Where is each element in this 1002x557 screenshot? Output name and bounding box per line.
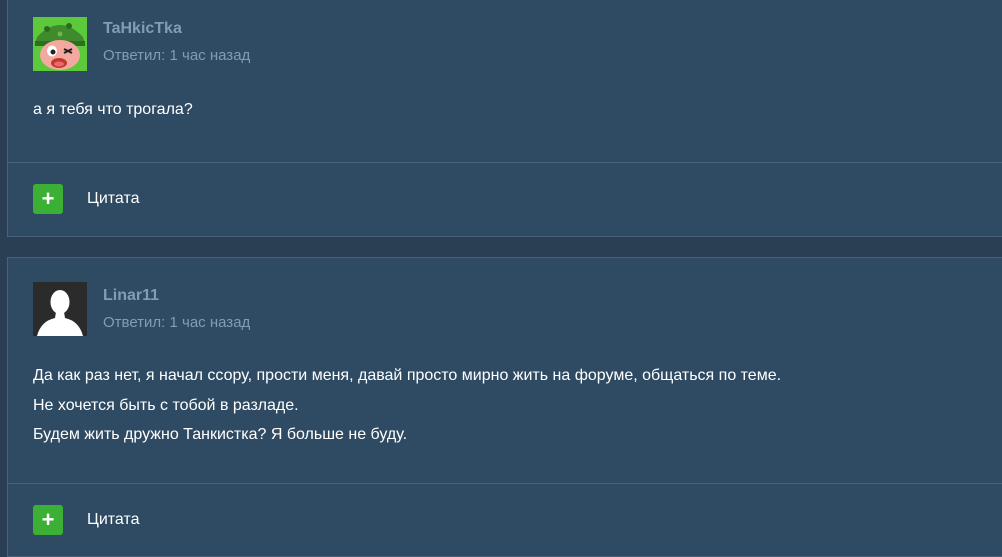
cartoon-soldier-avatar-icon [33, 17, 87, 71]
default-user-silhouette-avatar-icon [33, 282, 87, 336]
quote-button[interactable]: + Цитата [33, 184, 140, 214]
post-timestamp: Ответил: 1 час назад [103, 314, 251, 331]
post-divider [8, 483, 1002, 484]
post-author[interactable]: TaHkicTka [103, 20, 182, 38]
post-content: а я тебя что трогала? [33, 95, 193, 125]
quote-button-label: Цитата [87, 190, 140, 207]
plus-icon: + [33, 184, 63, 214]
avatar[interactable] [33, 17, 87, 71]
post-author[interactable]: Linar11 [103, 287, 159, 305]
quote-button-label: Цитата [87, 511, 140, 528]
quote-button[interactable]: + Цитата [33, 505, 140, 535]
post-text-line: а я тебя что трогала? [33, 101, 193, 118]
plus-icon: + [33, 505, 63, 535]
post-content: Да как раз нет, я начал ссору, прости ме… [33, 361, 781, 450]
post-text-line: Не хочется быть с тобой в разладе. [33, 396, 299, 414]
avatar[interactable] [33, 282, 87, 336]
post-text-line: Будем жить дружно Танкистка? Я больше не… [33, 426, 408, 443]
post-timestamp: Ответил: 1 час назад [103, 47, 251, 64]
forum-post: Linar11 Ответил: 1 час назад Да как раз … [7, 257, 1002, 557]
post-text-line: Да как раз нет, я начал ссору, прости ме… [33, 367, 782, 384]
post-divider [8, 162, 1002, 163]
forum-post: TaHkicTka Ответил: 1 час назад а я тебя … [7, 0, 1002, 237]
